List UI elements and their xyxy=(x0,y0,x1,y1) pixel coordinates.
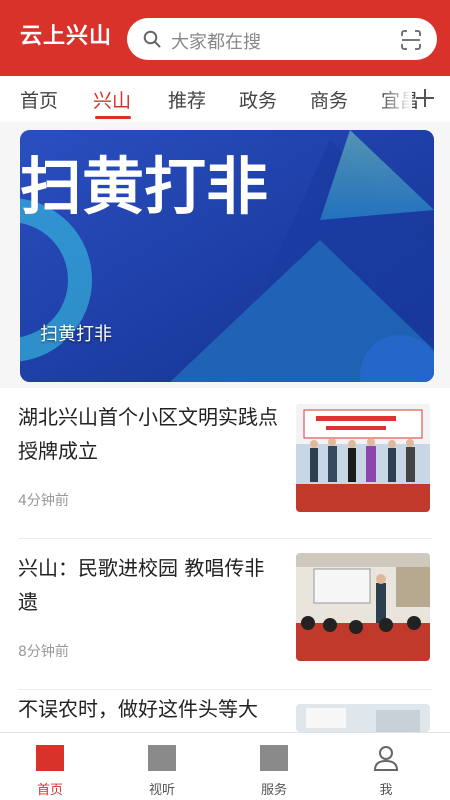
scan-icon[interactable] xyxy=(399,28,423,52)
channel-tabs: 首页 兴山 推荐 政务 商务 宜昌 xyxy=(0,76,450,122)
search-bar[interactable]: 大家都在搜 xyxy=(127,18,437,60)
tab-fade xyxy=(380,76,412,122)
banner-title-art: 扫黄打非 xyxy=(20,150,268,223)
nav-video[interactable]: 视听 xyxy=(122,733,202,800)
news-title[interactable]: 湖北兴山首个小区文明实践点授牌成立 xyxy=(18,400,280,468)
banner-title-chars-1: 扫黄打非 xyxy=(20,150,268,223)
bottom-navigation: 首页 视听 服务 我 xyxy=(0,732,450,800)
news-time: 4分钟前 xyxy=(18,493,69,509)
tab-recommend[interactable]: 推荐 xyxy=(168,86,206,113)
tab-business[interactable]: 商务 xyxy=(310,86,348,113)
nav-home-label: 首页 xyxy=(36,783,63,798)
banner-caption: 扫黄打非 xyxy=(40,324,112,345)
search-icon xyxy=(143,30,161,48)
home-icon xyxy=(36,745,64,771)
app-header: 云上兴山 大家都在搜 xyxy=(0,0,450,76)
news-title[interactable]: 兴山：民歌进校园 教唱传非遗 xyxy=(18,551,280,619)
news-list: 湖北兴山首个小区文明实践点授牌成立 4分钟前 兴山：民歌进校园 教唱传非遗 8分… xyxy=(0,388,450,732)
news-thumbnail[interactable] xyxy=(296,553,430,661)
news-thumbnail[interactable] xyxy=(296,404,430,512)
nav-me[interactable]: 我 xyxy=(346,733,426,800)
nav-service-label: 服务 xyxy=(260,783,287,798)
tab-home[interactable]: 首页 xyxy=(20,86,58,113)
search-placeholder[interactable]: 大家都在搜 xyxy=(171,28,261,54)
plus-icon[interactable] xyxy=(414,87,436,109)
tab-xingshan[interactable]: 兴山 xyxy=(93,86,131,113)
nav-service[interactable]: 服务 xyxy=(234,733,314,800)
service-icon xyxy=(260,745,288,771)
nav-home[interactable]: 首页 xyxy=(10,733,90,800)
nav-video-label: 视听 xyxy=(148,783,175,798)
tab-government[interactable]: 政务 xyxy=(239,86,277,113)
news-item[interactable]: 兴山：民歌进校园 教唱传非遗 8分钟前 xyxy=(0,539,450,689)
video-icon xyxy=(148,745,176,771)
app-logo: 云上兴山 xyxy=(20,24,113,49)
tab-active-indicator xyxy=(95,116,131,119)
news-title[interactable]: 不误农时，做好这件头等大 xyxy=(18,692,280,726)
news-item[interactable]: 不误农时，做好这件头等大 xyxy=(0,690,450,732)
news-thumbnail[interactable] xyxy=(296,704,430,732)
nav-me-label: 我 xyxy=(379,783,393,798)
news-time: 8分钟前 xyxy=(18,644,69,660)
user-icon xyxy=(373,746,399,771)
news-item[interactable]: 湖北兴山首个小区文明实践点授牌成立 4分钟前 xyxy=(0,388,450,538)
banner-carousel[interactable]: 扫黄打非 扫黄打非 xyxy=(20,130,434,382)
